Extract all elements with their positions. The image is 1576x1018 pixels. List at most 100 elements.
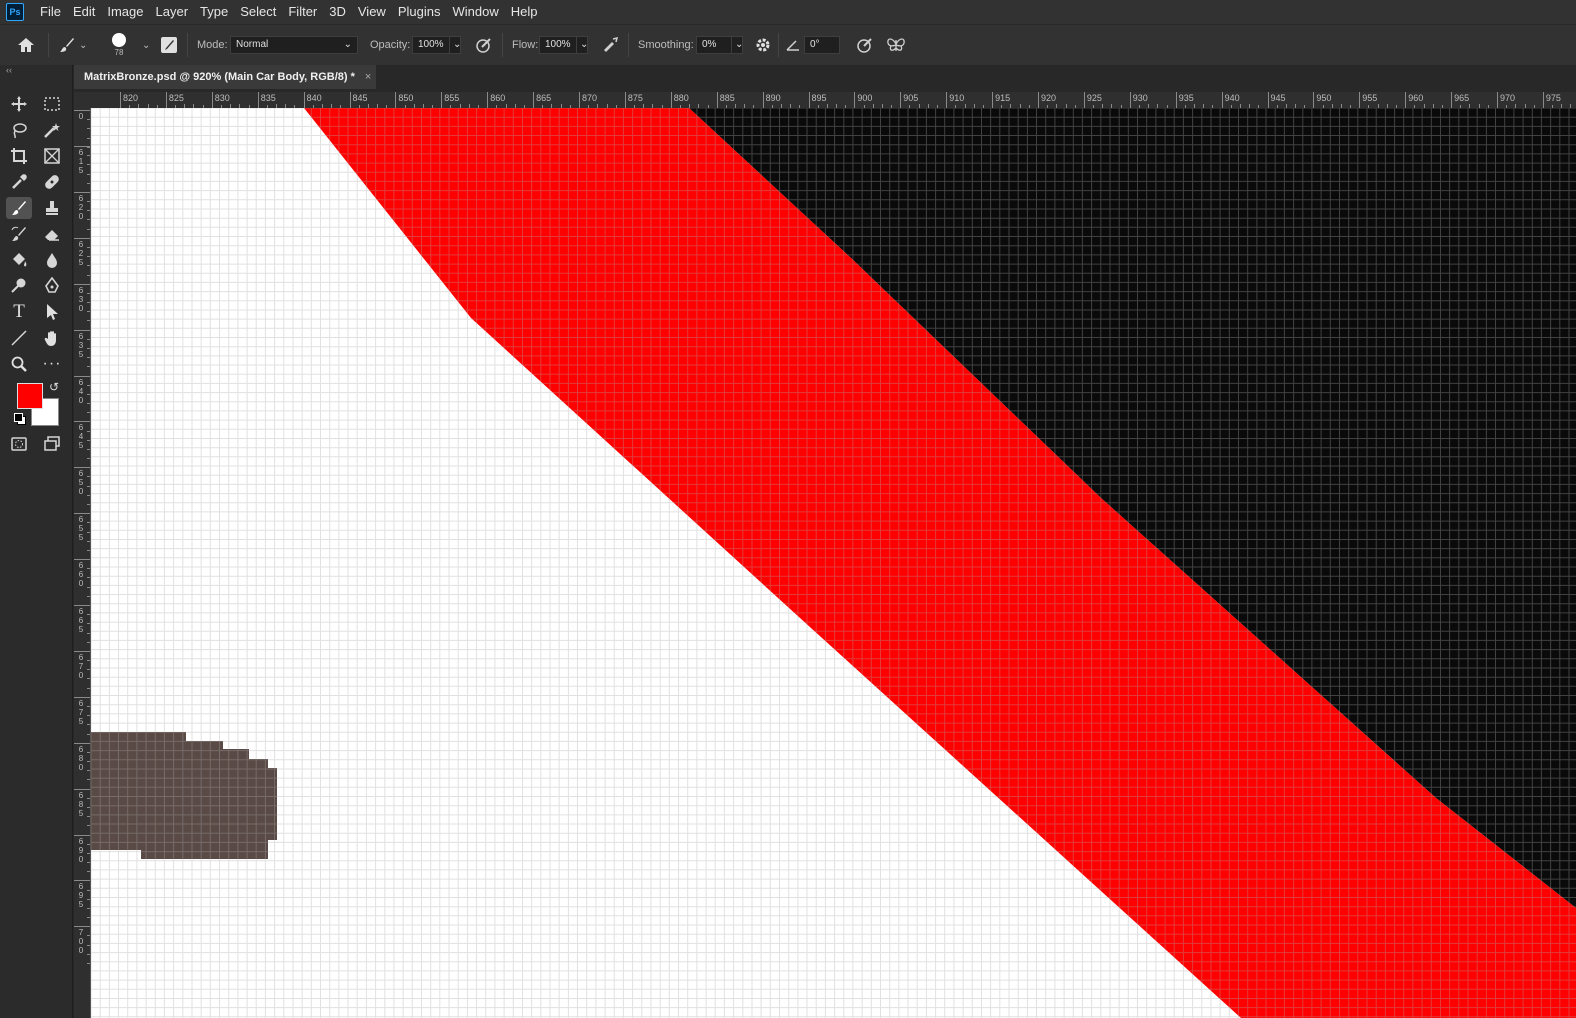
- menu-window[interactable]: Window: [446, 0, 504, 24]
- ruler-minor-tick: [87, 963, 90, 965]
- menu-image[interactable]: Image: [101, 0, 149, 24]
- ruler-minor-tick: [87, 669, 90, 671]
- more-tools-icon[interactable]: ···: [39, 353, 65, 375]
- ruler-label: 625: [78, 239, 84, 267]
- crop-tool-icon[interactable]: [6, 145, 32, 167]
- pressure-opacity-icon[interactable]: [474, 25, 494, 65]
- flow-field[interactable]: 100% ⌄: [539, 25, 588, 65]
- marquee-tool-icon[interactable]: [39, 93, 65, 115]
- brush-settings-panel-icon[interactable]: [160, 25, 178, 65]
- ruler-minor-tick: [87, 862, 90, 864]
- ruler-minor-tick: [87, 219, 90, 221]
- menu-help[interactable]: Help: [505, 0, 544, 24]
- ruler-major-tick: [1267, 92, 1269, 108]
- foreground-color-swatch[interactable]: [17, 383, 43, 409]
- menu-layer[interactable]: Layer: [150, 0, 195, 24]
- menu-filter[interactable]: Filter: [282, 0, 323, 24]
- close-icon[interactable]: ×: [365, 71, 371, 83]
- ruler-major-tick: [257, 92, 259, 108]
- path-selection-icon[interactable]: [39, 301, 65, 323]
- home-icon[interactable]: [16, 25, 36, 65]
- smoothing-field[interactable]: 0% ⌄: [696, 25, 743, 65]
- photoshop-logo-icon[interactable]: Ps: [6, 3, 24, 21]
- swap-colors-icon[interactable]: ↺: [49, 380, 59, 394]
- eyedropper-tool-icon[interactable]: [6, 171, 32, 193]
- brush-preset-picker[interactable]: ⌄: [58, 25, 87, 65]
- ruler-major-tick: [670, 92, 672, 108]
- menu-select[interactable]: Select: [234, 0, 282, 24]
- ruler-label: 615: [78, 148, 84, 175]
- eraser-tool-icon[interactable]: [39, 223, 65, 245]
- airbrush-icon[interactable]: [600, 25, 620, 65]
- ruler-label: 945: [1270, 93, 1286, 103]
- ruler-minor-tick: [87, 494, 90, 496]
- horizontal-ruler[interactable]: 820 825 830 835 840 845 850 855 860 865 870 875 880 8…: [90, 92, 1576, 109]
- blur-tool-icon[interactable]: [39, 249, 65, 271]
- mode-select[interactable]: Normal ⌄: [230, 25, 358, 65]
- healing-brush-icon[interactable]: [39, 171, 65, 193]
- ruler-major-tick: [74, 605, 90, 606]
- butterfly-icon[interactable]: [886, 25, 906, 65]
- chevron-down-icon[interactable]: ⌄: [577, 36, 588, 54]
- menu-plugins[interactable]: Plugins: [392, 0, 447, 24]
- chevron-down-icon[interactable]: ⌄: [450, 36, 461, 54]
- type-tool-icon[interactable]: T: [6, 301, 32, 323]
- frame-tool-icon[interactable]: [39, 145, 65, 167]
- ruler-label: 975: [1545, 93, 1561, 103]
- vertical-ruler[interactable]: 0 615 620 625 630 635 640 645 650 655 660 665 670 675…: [74, 108, 91, 1018]
- ruler-major-tick: [946, 92, 948, 108]
- paint-bucket-icon[interactable]: [6, 249, 32, 271]
- quick-mask-icon[interactable]: [6, 433, 32, 455]
- lasso-tool-icon[interactable]: [6, 119, 32, 141]
- gear-icon[interactable]: [754, 25, 772, 65]
- menu-type[interactable]: Type: [194, 0, 234, 24]
- history-brush-icon[interactable]: [6, 223, 32, 245]
- collapse-panel-icon[interactable]: ‹‹: [6, 65, 12, 75]
- ruler-origin[interactable]: [74, 92, 90, 108]
- menu-3d[interactable]: 3D: [323, 0, 352, 24]
- clone-stamp-icon[interactable]: [39, 197, 65, 219]
- flow-value[interactable]: 100%: [539, 36, 577, 54]
- default-colors-icon[interactable]: [14, 413, 26, 425]
- menu-view[interactable]: View: [352, 0, 392, 24]
- pressure-size-icon[interactable]: [855, 25, 875, 65]
- ruler-minor-tick: [87, 155, 90, 157]
- menu-file[interactable]: File: [34, 0, 67, 24]
- ruler-minor-tick: [87, 623, 90, 625]
- ruler-label: 675: [78, 698, 84, 726]
- ruler-major-tick: [74, 146, 90, 147]
- opacity-value[interactable]: 100%: [412, 36, 450, 54]
- document-canvas[interactable]: [91, 108, 1576, 1018]
- ruler-minor-tick: [87, 751, 90, 753]
- ruler-minor-tick: [87, 549, 90, 551]
- menu-edit[interactable]: Edit: [67, 0, 101, 24]
- ruler-minor-tick: [87, 806, 90, 808]
- dodge-tool-icon[interactable]: [6, 275, 32, 297]
- brush-size-picker[interactable]: 78: [112, 25, 126, 65]
- zoom-tool-icon[interactable]: [6, 353, 32, 375]
- chevron-down-icon[interactable]: ⌄: [139, 25, 150, 65]
- chevron-down-icon[interactable]: ⌄: [732, 36, 743, 54]
- ruler-minor-tick: [87, 797, 90, 799]
- angle-field[interactable]: 0°: [804, 25, 840, 65]
- ruler-major-tick: [533, 92, 535, 108]
- line-tool-icon[interactable]: [6, 327, 32, 349]
- ruler-label: 930: [1132, 93, 1148, 103]
- ruler-major-tick: [74, 696, 90, 698]
- pen-tool-icon[interactable]: [39, 275, 65, 297]
- screen-mode-icon[interactable]: [39, 433, 65, 455]
- ruler-major-tick: [854, 92, 856, 108]
- move-tool-icon[interactable]: [6, 93, 32, 115]
- ruler-label: 960: [1408, 93, 1424, 103]
- ruler-minor-tick: [87, 531, 90, 533]
- hand-tool-icon[interactable]: [39, 327, 65, 349]
- ruler-minor-tick: [87, 724, 90, 726]
- brush-tool-icon[interactable]: [6, 197, 32, 219]
- magic-wand-icon[interactable]: [39, 119, 65, 141]
- document-tab[interactable]: MatrixBronze.psd @ 920% (Main Car Body, …: [74, 65, 376, 89]
- angle-value[interactable]: 0°: [804, 36, 840, 54]
- ruler-label: 885: [719, 93, 735, 103]
- smoothing-value[interactable]: 0%: [696, 36, 732, 54]
- opacity-field[interactable]: 100% ⌄: [412, 25, 461, 65]
- ruler-minor-tick: [87, 595, 90, 597]
